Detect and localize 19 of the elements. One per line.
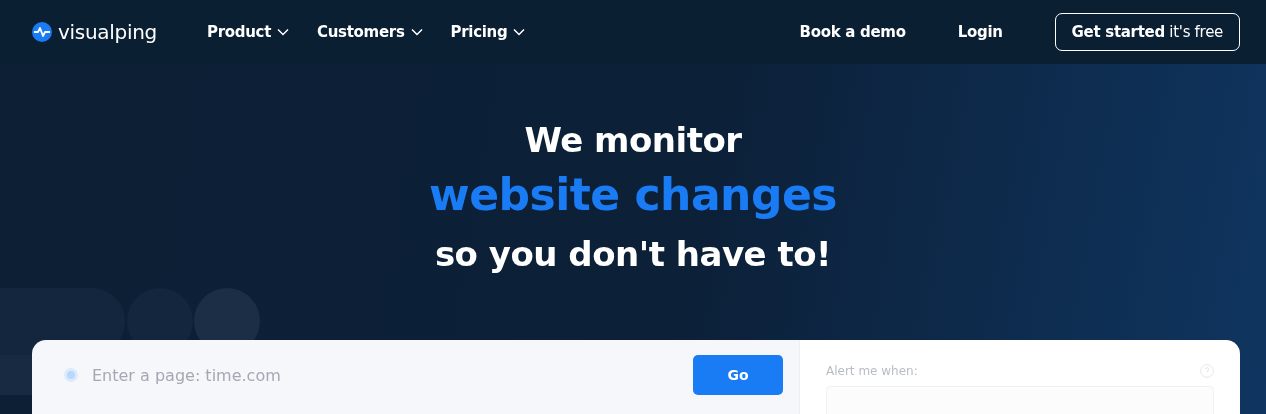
logo-icon — [32, 22, 52, 42]
caret-icon — [277, 28, 289, 36]
caret-icon — [410, 28, 423, 36]
help-icon[interactable] — [1200, 364, 1214, 378]
get-started-button[interactable]: Get started it's free — [1054, 13, 1240, 51]
alert-label: Alert me when: — [826, 364, 918, 378]
status-dot-icon — [64, 368, 78, 382]
caret-icon — [513, 28, 526, 36]
hero-subheading: so you don't have to! — [434, 233, 832, 276]
nav-link[interactable]: Book a demo — [799, 19, 906, 45]
url-input-field[interactable]: Enter a page: time.com — [92, 361, 693, 389]
hero-heading: We monitor — [524, 119, 742, 162]
nav-menu-link[interactable]: Customers — [317, 19, 423, 45]
brand-name: visualping — [58, 20, 157, 44]
nav-menu-link[interactable]: Product — [206, 19, 289, 45]
go-button[interactable]: Go — [693, 355, 783, 395]
nav-menu-link[interactable]: Pricing — [450, 19, 526, 45]
hero-highlight: website changes — [429, 168, 837, 222]
nav-link[interactable]: Login — [957, 19, 1003, 45]
